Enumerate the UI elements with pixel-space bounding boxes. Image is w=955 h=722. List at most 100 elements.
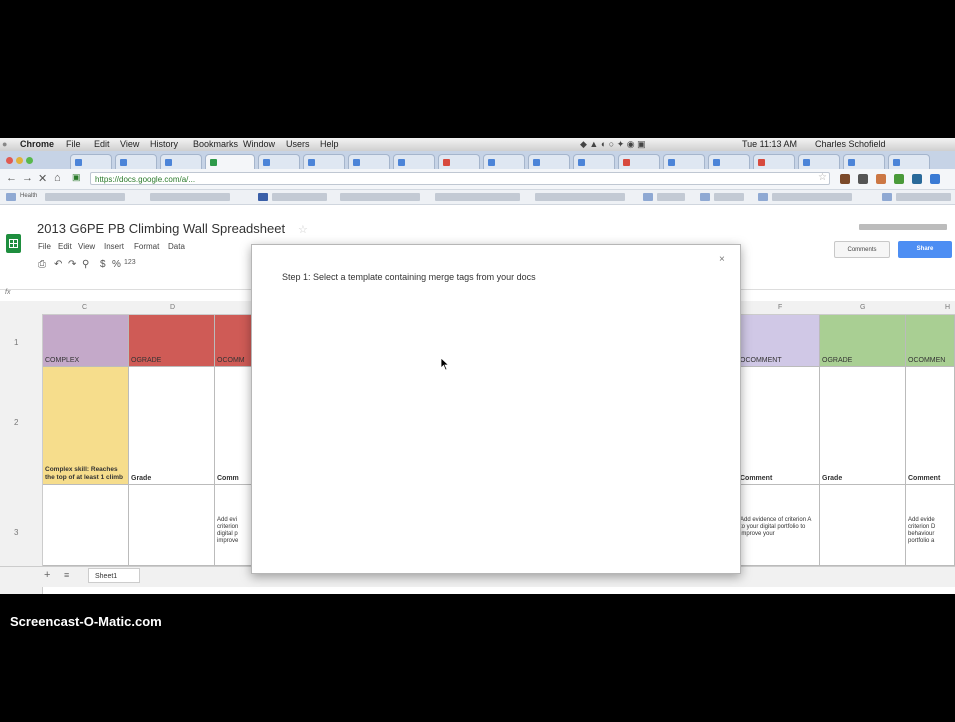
row-number[interactable]: 1 — [14, 338, 18, 347]
menu-window[interactable]: Window — [243, 139, 275, 149]
bookmark-item[interactable] — [714, 193, 744, 201]
address-bar[interactable]: https://docs.google.com/a/... — [90, 172, 830, 185]
undo-icon[interactable]: ↶ — [54, 259, 62, 270]
column-header[interactable]: G — [860, 304, 865, 311]
header-cell[interactable]: COMPLEX — [43, 315, 129, 367]
stop-icon[interactable]: ✕ — [38, 172, 47, 185]
extension-icon[interactable] — [930, 174, 940, 184]
grid-cell[interactable]: Comm — [215, 367, 255, 485]
paint-format-icon[interactable]: ⚲ — [82, 259, 89, 270]
sheet-menu-format[interactable]: Format — [134, 242, 159, 251]
apple-icon[interactable]: ● — [2, 139, 7, 149]
browser-tab[interactable] — [393, 154, 435, 169]
browser-tab[interactable] — [438, 154, 480, 169]
share-button[interactable]: Share — [898, 241, 952, 258]
browser-tab[interactable] — [258, 154, 300, 169]
bookmark-item[interactable] — [150, 193, 230, 201]
sheet-menu-file[interactable]: File — [38, 242, 51, 251]
extension-icon[interactable] — [840, 174, 850, 184]
menu-edit[interactable]: Edit — [94, 139, 110, 149]
menubar-clock[interactable]: Tue 11:13 AM — [742, 139, 797, 149]
header-cell[interactable]: OGRADE — [820, 315, 906, 367]
header-cell[interactable]: OCOMMENT — [738, 315, 820, 367]
currency-format-icon[interactable]: $ — [100, 259, 106, 270]
browser-tab[interactable] — [618, 154, 660, 169]
bookmark-item[interactable] — [272, 193, 327, 201]
home-icon[interactable]: ⌂ — [54, 172, 61, 184]
browser-tab[interactable] — [483, 154, 525, 169]
column-header[interactable]: C — [82, 304, 87, 311]
browser-tab[interactable] — [115, 154, 157, 169]
grid-cell[interactable] — [129, 485, 215, 566]
close-icon[interactable]: × — [719, 254, 725, 265]
row-number[interactable]: 3 — [14, 528, 18, 537]
number-format-icon[interactable]: 123 — [124, 259, 136, 266]
bookmark-item[interactable] — [45, 193, 125, 201]
bookmark-item[interactable] — [657, 193, 685, 201]
status-icons[interactable]: ◆ ▲ ◐ ○ ✦ ◉ ▣ — [580, 139, 646, 150]
header-cell[interactable]: OCOMMEN — [906, 315, 955, 367]
browser-tab[interactable] — [70, 154, 112, 169]
extension-icon[interactable] — [894, 174, 904, 184]
document-title[interactable]: 2013 G6PE PB Climbing Wall Spreadsheet — [37, 221, 285, 236]
grid-cell[interactable]: Comment — [906, 367, 955, 485]
column-header[interactable]: H — [945, 304, 950, 311]
redo-icon[interactable]: ↷ — [68, 259, 76, 270]
grid-cell[interactable] — [43, 485, 129, 566]
grid-cell[interactable]: Grade — [129, 367, 215, 485]
zoom-window-icon[interactable] — [26, 157, 33, 164]
bookmark-item[interactable] — [772, 193, 852, 201]
browser-tab[interactable] — [663, 154, 705, 169]
menu-history[interactable]: History — [150, 139, 178, 149]
star-icon[interactable]: ☆ — [298, 223, 308, 236]
sheet-menu-edit[interactable]: Edit — [58, 242, 72, 251]
bookmark-item[interactable] — [340, 193, 420, 201]
user-email[interactable] — [859, 224, 947, 230]
extension-icon[interactable] — [912, 174, 922, 184]
grid-cell[interactable]: Add evi criterion digital p improve — [215, 485, 255, 566]
header-cell[interactable]: OCOMM — [215, 315, 255, 367]
menu-file[interactable]: File — [66, 139, 81, 149]
browser-tab[interactable] — [573, 154, 615, 169]
header-cell[interactable]: OGRADE — [129, 315, 215, 367]
menu-users[interactable]: Users — [286, 139, 310, 149]
browser-tab[interactable] — [160, 154, 202, 169]
column-header[interactable]: D — [170, 304, 175, 311]
add-sheet-icon[interactable]: + — [44, 569, 50, 581]
sheet-list-icon[interactable]: ≡ — [64, 570, 69, 580]
print-icon[interactable]: ⎙ — [38, 259, 46, 270]
grid-cell[interactable] — [820, 485, 906, 566]
menu-help[interactable]: Help — [320, 139, 339, 149]
browser-tab[interactable] — [888, 154, 930, 169]
grid-cell[interactable]: Grade — [820, 367, 906, 485]
bookmark-star-icon[interactable]: ☆ — [818, 172, 827, 183]
menu-bookmarks[interactable]: Bookmarks — [193, 139, 238, 149]
browser-tab[interactable] — [798, 154, 840, 169]
bookmark-item[interactable]: Health — [20, 193, 37, 199]
browser-tab[interactable] — [303, 154, 345, 169]
minimize-window-icon[interactable] — [16, 157, 23, 164]
menu-view[interactable]: View — [120, 139, 139, 149]
extension-icon[interactable] — [858, 174, 868, 184]
skill-cell[interactable]: Complex skill: Reaches the top of at lea… — [43, 367, 129, 485]
menubar-app[interactable]: Chrome — [20, 139, 54, 149]
browser-tab[interactable] — [843, 154, 885, 169]
sheet-tab[interactable]: Sheet1 — [88, 568, 140, 583]
bookmark-item[interactable] — [535, 193, 625, 201]
forward-icon[interactable]: → — [22, 172, 33, 184]
browser-tab[interactable] — [528, 154, 570, 169]
browser-tab-active[interactable] — [205, 154, 255, 169]
menubar-user[interactable]: Charles Schofield — [815, 139, 886, 149]
grid-cell[interactable]: Add evide criterion D behaviour portfoli… — [906, 485, 955, 566]
extension-icon[interactable] — [876, 174, 886, 184]
sheet-menu-view[interactable]: View — [78, 242, 95, 251]
bookmark-item[interactable] — [896, 193, 951, 201]
grid-cell[interactable]: Comment — [738, 367, 820, 485]
sheet-menu-data[interactable]: Data — [168, 242, 185, 251]
close-window-icon[interactable] — [6, 157, 13, 164]
column-header[interactable]: F — [778, 304, 782, 311]
sheet-menu-insert[interactable]: Insert — [104, 242, 124, 251]
bookmark-item[interactable] — [435, 193, 520, 201]
sheets-logo-icon[interactable] — [6, 234, 21, 253]
percent-format-icon[interactable]: % — [112, 259, 121, 270]
